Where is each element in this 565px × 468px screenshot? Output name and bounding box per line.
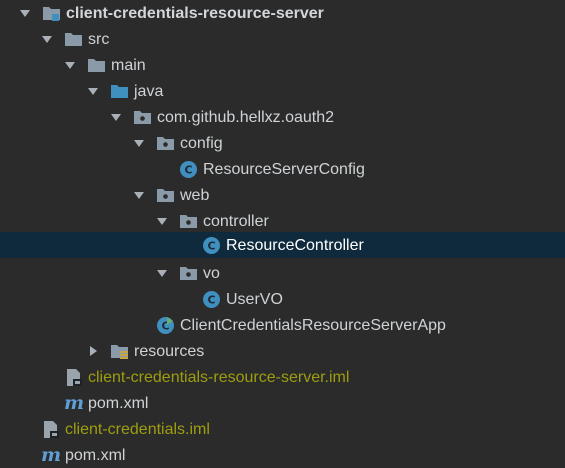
folder-icon <box>88 59 105 72</box>
tree-item-label: client-credentials-resource-server.iml <box>88 369 350 386</box>
svg-text:C: C <box>184 164 192 177</box>
tree-item-package-root[interactable]: com.github.hellxz.oauth2 <box>0 104 565 130</box>
tree-item-resource-server-config[interactable]: C ResourceServerConfig <box>0 156 565 182</box>
tree-item-label: src <box>88 31 110 48</box>
package-icon <box>134 111 151 124</box>
tree-item-label: config <box>180 135 223 152</box>
tree-item-label: ResourceServerConfig <box>203 161 365 178</box>
folder-icon <box>65 33 82 46</box>
tree-item-user-vo[interactable]: C UserVO <box>0 286 565 312</box>
expanded-arrow-icon[interactable] <box>133 137 145 149</box>
tree-item-vo[interactable]: vo <box>0 260 565 286</box>
class-icon: C <box>203 237 220 254</box>
expanded-arrow-icon[interactable] <box>64 59 76 71</box>
tree-item-label: java <box>134 83 164 100</box>
maven-icon: m <box>64 392 85 414</box>
tree-item-root-iml[interactable]: client-credentials.iml <box>0 416 565 442</box>
maven-icon: m <box>41 444 62 466</box>
tree-item-web[interactable]: web <box>0 182 565 208</box>
expanded-arrow-icon[interactable] <box>133 189 145 201</box>
expanded-arrow-icon[interactable] <box>156 215 168 227</box>
expanded-arrow-icon[interactable] <box>41 33 53 45</box>
tree-item-client-credentials-resource-server-app[interactable]: C ClientCredentialsResourceServerApp <box>0 312 565 338</box>
resources-folder-icon <box>111 345 128 359</box>
class-icon: C <box>180 161 197 178</box>
tree-item-label: pom.xml <box>88 395 149 412</box>
tree-item-resources[interactable]: resources <box>0 338 565 364</box>
collapsed-arrow-icon[interactable] <box>87 345 99 357</box>
tree-item-module-iml[interactable]: client-credentials-resource-server.iml <box>0 364 565 390</box>
class-icon: C <box>203 291 220 308</box>
tree-item-controller[interactable]: controller <box>0 208 565 234</box>
tree-item-java[interactable]: java <box>0 78 565 104</box>
package-icon <box>180 267 197 280</box>
tree-item-main[interactable]: main <box>0 52 565 78</box>
tree-item-resource-controller[interactable]: C ResourceController <box>0 232 565 258</box>
tree-item-label: client-credentials-resource-server <box>66 5 324 22</box>
tree-item-label: UserVO <box>226 291 283 308</box>
iml-file-icon <box>67 369 82 386</box>
package-icon <box>157 189 174 202</box>
tree-item-label: pom.xml <box>65 447 126 464</box>
iml-file-icon <box>44 421 59 438</box>
tree-item-module-pom[interactable]: m pom.xml <box>0 390 565 416</box>
module-folder-icon <box>43 7 60 21</box>
tree-item-config[interactable]: config <box>0 130 565 156</box>
project-tree: client-credentials-resource-server src m… <box>0 0 565 466</box>
package-icon <box>157 137 174 150</box>
tree-item-label: resources <box>134 343 205 360</box>
package-icon <box>180 215 197 228</box>
expanded-arrow-icon[interactable] <box>156 267 168 279</box>
spring-boot-class-icon: C <box>157 317 174 334</box>
tree-item-root-pom[interactable]: m pom.xml <box>0 442 565 468</box>
tree-item-label: client-credentials.iml <box>65 421 210 438</box>
tree-item-label: web <box>180 187 210 204</box>
tree-item-label: vo <box>203 265 220 282</box>
svg-text:C: C <box>207 240 215 253</box>
tree-item-client-credentials-resource-server[interactable]: client-credentials-resource-server <box>0 0 565 26</box>
tree-item-label: controller <box>203 213 269 230</box>
tree-item-label: ResourceController <box>226 237 364 254</box>
expanded-arrow-icon[interactable] <box>110 111 122 123</box>
expanded-arrow-icon[interactable] <box>87 85 99 97</box>
svg-text:C: C <box>207 294 215 307</box>
tree-item-label: com.github.hellxz.oauth2 <box>157 109 334 126</box>
tree-item-src[interactable]: src <box>0 26 565 52</box>
tree-item-label: ClientCredentialsResourceServerApp <box>180 317 446 334</box>
source-root-folder-icon <box>111 85 128 98</box>
tree-item-label: main <box>111 57 146 74</box>
expanded-arrow-icon[interactable] <box>19 7 31 19</box>
